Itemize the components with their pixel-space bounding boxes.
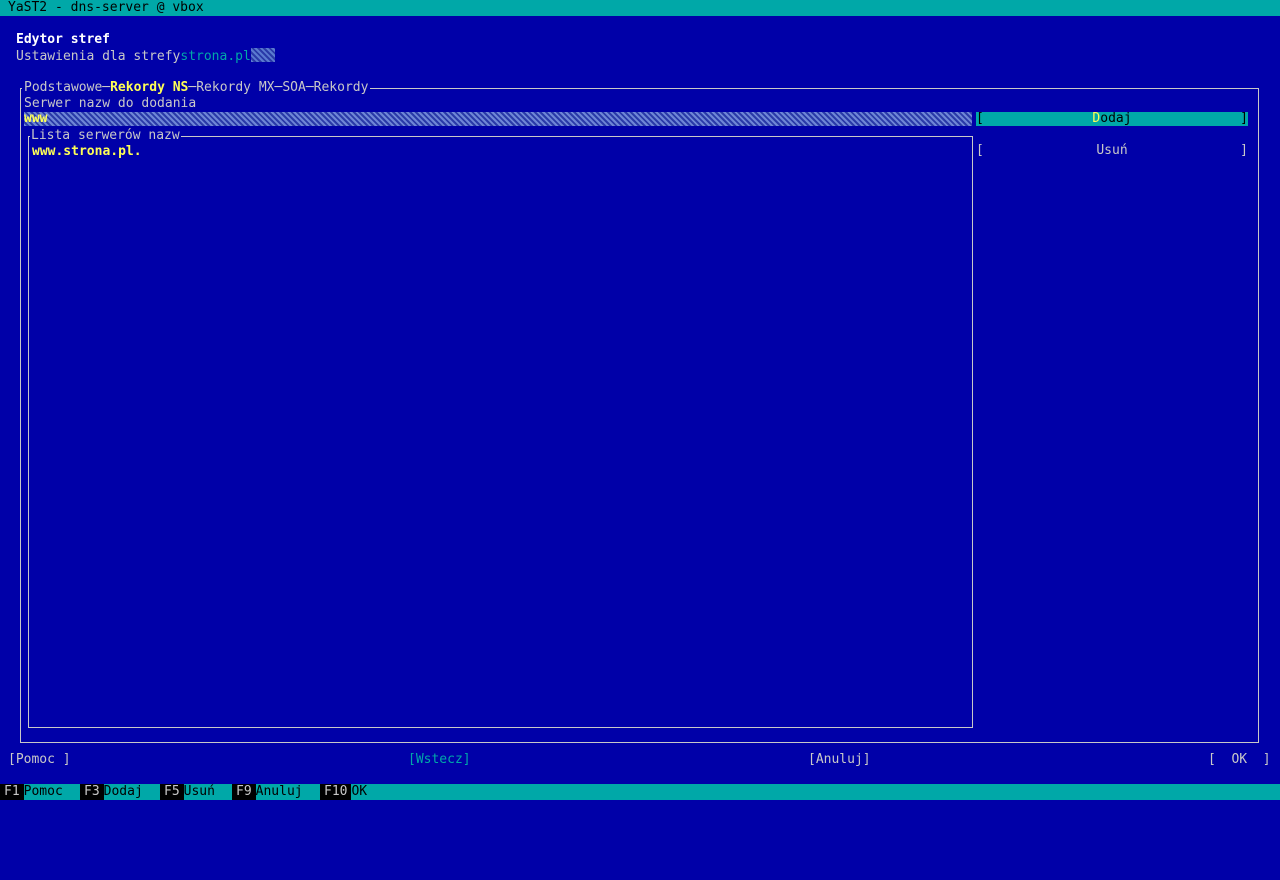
tab-separator: ─ (102, 80, 111, 95)
fkey-label: F10 (320, 784, 352, 800)
fkey-action: Pomoc (23, 784, 63, 799)
back-button[interactable]: [Wstecz] (408, 752, 471, 768)
text-cursor (250, 48, 275, 62)
nameserver-label: Serwer nazw do dodania (24, 96, 197, 111)
tab-mx-records[interactable]: Rekordy MX (196, 80, 274, 95)
add-button[interactable]: [ Dodaj ] (976, 111, 1248, 127)
list-item[interactable]: www.strona.pl. (32, 144, 142, 160)
nameserver-list[interactable] (28, 136, 973, 728)
tab-records[interactable]: Rekordy (314, 80, 369, 95)
add-label-rest: odaj (1100, 111, 1132, 126)
fkey-label: F3 (80, 784, 104, 800)
tab-bar: Podstawowe─Rekordy NS─Rekordy MX─SOA─Rek… (22, 80, 371, 96)
fkey-f10[interactable]: F10 OK (320, 784, 367, 800)
nameserver-input[interactable]: www (24, 111, 972, 126)
nameserver-input-value: www (24, 111, 48, 126)
page-title: Edytor stref (16, 32, 110, 47)
fkey-action: Dodaj (103, 784, 143, 799)
zone-subtitle: Ustawienia dla strefystrona.pl (16, 48, 275, 65)
help-button[interactable]: [Pomoc ] (8, 752, 71, 768)
bracket-right: ] (1240, 111, 1248, 126)
tab-basic[interactable]: Podstawowe (24, 80, 102, 95)
tab-separator: ─ (305, 80, 314, 95)
fkey-f5[interactable]: F5 Usuń (160, 784, 215, 800)
fkey-label: F1 (0, 784, 24, 800)
fkey-action: OK (351, 784, 368, 799)
delete-button[interactable]: [ Usuń ] (976, 143, 1248, 158)
fkey-label: F9 (232, 784, 256, 800)
bracket-right: ] (1240, 143, 1248, 158)
add-button-label: Dodaj (976, 111, 1248, 127)
tab-ns-records[interactable]: Rekordy NS (110, 80, 188, 95)
nameserver-list-legend: Lista serwerów nazw (30, 128, 181, 144)
subtitle-prefix: Ustawienia dla strefy (16, 49, 181, 64)
fkey-action: Usuń (183, 784, 215, 799)
ok-button[interactable]: [ OK ] (1208, 752, 1271, 768)
function-key-bar: F1 Pomoc F3 Dodaj F5 Usuń F9 Anuluj F10 OK (0, 784, 1280, 800)
tab-soa[interactable]: SOA (282, 80, 305, 95)
fkey-f3[interactable]: F3 Dodaj (80, 784, 143, 800)
fkey-f9[interactable]: F9 Anuluj (232, 784, 303, 800)
window-title-bar: YaST2 - dns-server @ vbox (0, 0, 1280, 16)
cancel-button[interactable]: [Anuluj] (808, 752, 871, 768)
delete-button-label: Usuń (1096, 143, 1128, 158)
window-title: YaST2 - dns-server @ vbox (8, 0, 204, 15)
fkey-f1[interactable]: F1 Pomoc (0, 784, 63, 800)
fkey-action: Anuluj (255, 784, 303, 799)
fkey-label: F5 (160, 784, 184, 800)
zone-name: strona.pl (180, 49, 251, 64)
